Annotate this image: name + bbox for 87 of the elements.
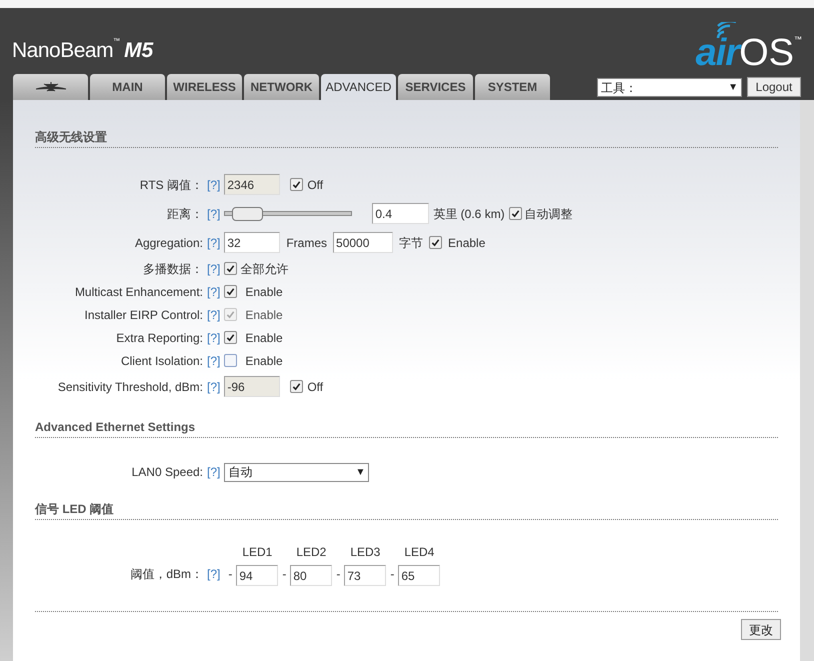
help-link[interactable]: [?] bbox=[207, 463, 220, 481]
led-header: LED2 bbox=[296, 544, 326, 561]
nav-tab[interactable]: SERVICES bbox=[398, 74, 473, 100]
help-link[interactable]: [?] bbox=[207, 204, 220, 222]
help-link[interactable]: [?] bbox=[207, 176, 220, 194]
checkbox-label: 全部允许 bbox=[240, 260, 288, 278]
checkbox-label: Enable bbox=[245, 284, 283, 300]
section-title: Advanced Ethernet Settings bbox=[35, 418, 778, 438]
checkmark-icon bbox=[510, 209, 520, 218]
field-label: 阈值，dBm： bbox=[129, 566, 203, 583]
checkbox-label: Enable bbox=[245, 330, 283, 346]
help-link[interactable]: [?] bbox=[207, 328, 220, 346]
dropdown-arrow-icon: ▼ bbox=[355, 464, 366, 480]
led-header: LED3 bbox=[350, 544, 380, 561]
checkbox[interactable] bbox=[508, 207, 522, 220]
nav-tab[interactable]: WIRELESS bbox=[167, 74, 242, 100]
dropdown-arrow-icon: ▼ bbox=[728, 80, 738, 95]
help-link[interactable]: [?] bbox=[207, 260, 220, 278]
field-label: RTS 阈值： bbox=[138, 176, 203, 194]
input-field[interactable]: 50000 bbox=[333, 232, 394, 253]
trademark-text: ™ bbox=[794, 34, 802, 46]
checkbox-label: Off bbox=[307, 378, 324, 396]
checkmark-icon bbox=[226, 287, 236, 296]
dash-text: - bbox=[228, 566, 232, 583]
led-header: LED4 bbox=[404, 544, 434, 561]
help-link[interactable]: [?] bbox=[207, 234, 220, 252]
section-title: 信号 LED 阈值 bbox=[35, 500, 778, 520]
field-label: Aggregation: bbox=[134, 234, 203, 252]
checkbox-label: Enable bbox=[448, 234, 486, 252]
dash-text: - bbox=[336, 566, 340, 583]
help-link[interactable]: [?] bbox=[207, 378, 220, 396]
brand-air: air bbox=[696, 34, 740, 72]
distance-slider[interactable] bbox=[224, 206, 352, 220]
input-field[interactable]: 65 bbox=[398, 565, 440, 586]
checkbox[interactable] bbox=[224, 262, 238, 275]
input-field[interactable]: 80 bbox=[290, 565, 332, 586]
nav-tab[interactable]: NETWORK bbox=[244, 74, 319, 100]
checkmark-icon bbox=[226, 310, 236, 319]
field-label: Installer EIRP Control: bbox=[84, 306, 203, 324]
slider-handle[interactable] bbox=[232, 206, 264, 220]
model-name: M5 bbox=[124, 38, 154, 64]
checkmark-icon bbox=[226, 264, 236, 273]
dash-text: - bbox=[282, 566, 286, 583]
dash-text: - bbox=[390, 566, 394, 583]
checkmark-icon bbox=[292, 180, 302, 189]
checkbox[interactable] bbox=[290, 380, 304, 393]
section-title: 高级无线设置 bbox=[35, 128, 778, 148]
nav-tab[interactable]: SYSTEM bbox=[475, 74, 550, 100]
input-field[interactable]: 0.4 bbox=[372, 203, 430, 224]
antenna-dish-icon bbox=[36, 82, 66, 92]
checkbox-label: 自动调整 bbox=[524, 206, 573, 222]
checkbox-label: Off bbox=[307, 176, 324, 194]
led-header: LED1 bbox=[242, 544, 272, 561]
field-label: Sensitivity Threshold, dBm: bbox=[56, 378, 203, 396]
field-label: Client Isolation: bbox=[120, 352, 203, 370]
checkbox[interactable] bbox=[429, 236, 442, 249]
field-label: 距离： bbox=[166, 206, 203, 222]
tools-select[interactable]: 工具： ▼ bbox=[597, 78, 742, 97]
apply-button[interactable]: 更改 bbox=[741, 619, 781, 640]
checkbox-label: Enable bbox=[245, 306, 283, 324]
field-label: Extra Reporting: bbox=[115, 330, 203, 346]
checkbox[interactable] bbox=[290, 178, 304, 191]
field-label: LAN0 Speed: bbox=[130, 464, 203, 481]
checkmark-icon bbox=[431, 238, 440, 247]
input-field[interactable]: 94 bbox=[236, 565, 278, 586]
help-link[interactable]: [?] bbox=[207, 352, 220, 370]
help-link[interactable]: [?] bbox=[207, 565, 220, 583]
input-field[interactable]: 73 bbox=[344, 565, 386, 586]
help-link[interactable]: [?] bbox=[207, 282, 220, 300]
field-label: 多播数据： bbox=[142, 260, 203, 278]
nav-tab[interactable]: MAIN bbox=[90, 74, 165, 100]
input-field[interactable]: 32 bbox=[224, 232, 280, 253]
unit-text: Frames bbox=[286, 234, 328, 252]
unit-text: 英里 (0.6 km) bbox=[433, 206, 505, 222]
logout-button[interactable]: Logout bbox=[747, 77, 801, 97]
unit-text: 字节 bbox=[399, 234, 424, 252]
checkbox[interactable] bbox=[224, 331, 238, 344]
field-label: Multicast Enhancement: bbox=[74, 284, 203, 300]
checkbox[interactable] bbox=[224, 354, 238, 367]
checkbox-label: Enable bbox=[245, 352, 283, 370]
checkmark-icon bbox=[292, 382, 302, 391]
checkmark-icon bbox=[226, 333, 236, 342]
checkbox[interactable] bbox=[224, 285, 238, 298]
speed-select[interactable]: 自动 ▼ bbox=[224, 462, 370, 482]
nav-tab[interactable]: ADVANCED bbox=[321, 74, 396, 100]
product-name: NanoBeam bbox=[12, 38, 114, 64]
nav-tab[interactable] bbox=[13, 74, 88, 100]
